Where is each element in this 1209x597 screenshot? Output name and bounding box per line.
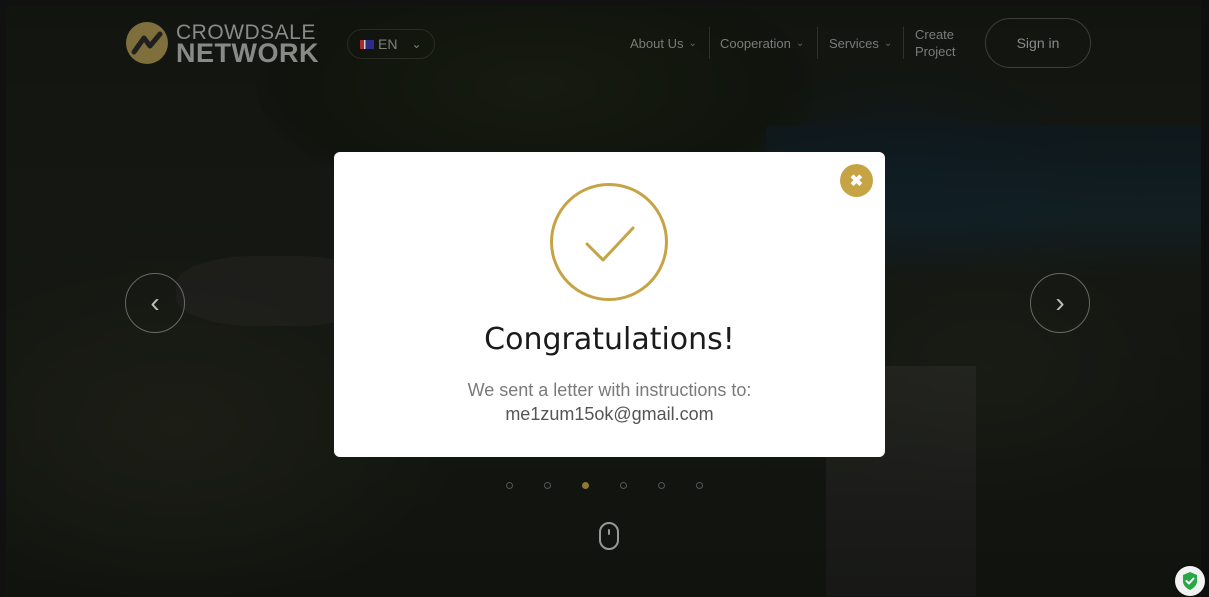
modal-title: Congratulations!	[484, 322, 735, 357]
close-icon: ✖	[849, 172, 864, 190]
nav-item-about-us[interactable]: About Us ⌄	[630, 27, 697, 59]
create-project-line1: Create	[915, 27, 955, 42]
success-check-icon	[550, 183, 668, 301]
modal-email: me1zum15ok@gmail.com	[505, 404, 714, 424]
slider-dots	[506, 482, 703, 489]
language-selector[interactable]: EN ⌄	[347, 29, 435, 59]
chevron-down-icon: ⌄	[795, 37, 805, 49]
nav-item-services[interactable]: Services ⌄	[829, 27, 892, 59]
logo-text: CROWDSALE NETWORK	[176, 22, 319, 68]
modal-message-block: We sent a letter with instructions to: m…	[334, 378, 885, 426]
sign-in-button[interactable]: Sign in	[985, 18, 1091, 68]
nav-divider	[817, 27, 818, 59]
slider-prev-button[interactable]: ‹	[125, 273, 185, 333]
logo[interactable]: CROWDSALE NETWORK	[126, 22, 319, 68]
site-header: CROWDSALE NETWORK EN ⌄ About Us ⌄ Cooper…	[0, 0, 1209, 90]
slider-dot[interactable]	[658, 482, 665, 489]
nav-cooperation-label: Cooperation	[720, 35, 791, 51]
slider-dot-active[interactable]	[582, 482, 589, 489]
language-label: EN	[378, 36, 398, 52]
nav-services-label: Services	[829, 35, 879, 51]
scroll-down-icon[interactable]	[599, 522, 619, 550]
nav-divider	[709, 27, 710, 59]
logo-line2: NETWORK	[176, 38, 319, 68]
nav-item-cooperation[interactable]: Cooperation ⌄	[720, 27, 804, 59]
success-modal: ✖ Congratulations! We sent a letter with…	[334, 152, 885, 457]
create-project-link[interactable]: Create Project	[915, 27, 955, 59]
chevron-down-icon: ⌄	[883, 37, 893, 49]
slider-dot[interactable]	[696, 482, 703, 489]
slider-next-button[interactable]: ›	[1030, 273, 1090, 333]
chevron-down-icon: ⌄	[411, 37, 422, 51]
chevron-down-icon: ⌄	[688, 37, 697, 49]
slider-dot[interactable]	[506, 482, 513, 489]
create-project-line2: Project	[915, 44, 956, 59]
slider-dot[interactable]	[620, 482, 627, 489]
nav-about-label: About Us	[630, 35, 684, 51]
security-shield-icon[interactable]	[1175, 566, 1205, 596]
uk-flag-icon	[360, 39, 374, 49]
logo-mark-icon	[126, 22, 168, 64]
nav-divider	[903, 27, 904, 59]
modal-message: We sent a letter with instructions to:	[467, 380, 752, 400]
close-modal-button[interactable]: ✖	[840, 164, 873, 197]
slider-dot[interactable]	[544, 482, 551, 489]
